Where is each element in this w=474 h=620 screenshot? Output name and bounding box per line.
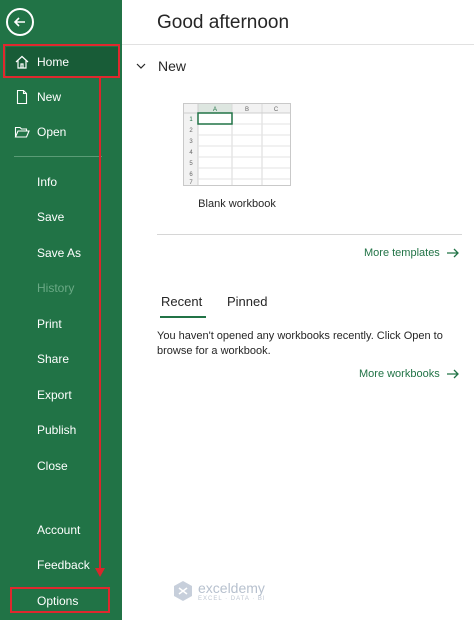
- sidebar-item-new[interactable]: New: [6, 82, 118, 112]
- sidebar-item-open[interactable]: Open: [6, 117, 118, 147]
- sidebar-item-label: Info: [37, 175, 58, 189]
- new-section-label: New: [158, 58, 187, 74]
- new-document-icon: [16, 89, 28, 105]
- backstage-main: Good afternoon New A B C 1 2 3 4 5 6 7 B…: [122, 0, 474, 620]
- arrow-right-icon: [446, 248, 459, 258]
- sidebar-item-label: Publish: [37, 423, 77, 437]
- annotation-arrowhead: [95, 568, 105, 577]
- title-divider: [122, 44, 474, 45]
- spreadsheet-grid-icon: A B C 1 2 3 4 5 6 7: [184, 104, 290, 186]
- sidebar-item-publish[interactable]: Publish: [6, 415, 118, 445]
- new-section-header[interactable]: New: [136, 58, 186, 74]
- open-folder-icon: [14, 126, 30, 138]
- sidebar-item-label: History: [37, 281, 75, 295]
- annotation-arrow-line: [99, 78, 101, 570]
- sidebar-item-share[interactable]: Share: [6, 344, 118, 374]
- tab-recent[interactable]: Recent: [161, 294, 202, 309]
- back-button[interactable]: [6, 8, 34, 36]
- sidebar-item-label: Feedback: [37, 558, 90, 572]
- grid-col-c: C: [274, 107, 279, 113]
- sidebar-divider: [14, 156, 102, 157]
- sidebar-item-account[interactable]: Account: [6, 515, 118, 545]
- sidebar-item-label: Open: [37, 125, 67, 139]
- more-workbooks-link[interactable]: More workbooks: [359, 368, 460, 380]
- blank-workbook-label[interactable]: Blank workbook: [162, 198, 312, 210]
- watermark-tagline: EXCEL · DATA · BI: [198, 596, 266, 602]
- home-icon: [15, 55, 29, 69]
- chevron-down-icon: [136, 63, 146, 69]
- watermark: exceldemy EXCEL · DATA · BI: [172, 580, 266, 602]
- sidebar-item-print[interactable]: Print: [6, 309, 118, 339]
- more-workbooks-label: More workbooks: [359, 368, 440, 380]
- grid-col-b: B: [245, 107, 249, 113]
- exceldemy-logo-icon: [174, 581, 192, 601]
- more-templates-label: More templates: [364, 247, 440, 259]
- sidebar-item-label: Save As: [37, 246, 82, 260]
- sidebar-item-label: Share: [37, 352, 70, 366]
- sidebar-item-home[interactable]: Home: [6, 47, 118, 77]
- watermark-name: exceldemy: [198, 580, 265, 596]
- sidebar-item-label: New: [37, 90, 62, 104]
- sidebar-item-info[interactable]: Info: [6, 167, 118, 197]
- sidebar-item-label: Options: [37, 594, 79, 608]
- sidebar-item-save-as[interactable]: Save As: [6, 238, 118, 268]
- sidebar-item-history: History: [6, 273, 118, 303]
- more-templates-link[interactable]: More templates: [364, 247, 460, 259]
- sidebar-item-label: Close: [37, 459, 68, 473]
- blank-workbook-thumbnail[interactable]: A B C 1 2 3 4 5 6 7: [183, 103, 291, 186]
- sidebar-item-close[interactable]: Close: [6, 451, 118, 481]
- page-title: Good afternoon: [157, 12, 290, 33]
- recent-empty-message: You haven't opened any workbooks recentl…: [157, 330, 443, 357]
- backstage-sidebar: Home New Open Info Save Save As History …: [0, 0, 122, 620]
- sidebar-item-label: Account: [37, 523, 81, 537]
- arrow-right-icon: [446, 369, 459, 379]
- sidebar-item-label: Save: [37, 210, 65, 224]
- sidebar-item-options[interactable]: Options: [6, 586, 118, 616]
- new-section-divider: [157, 234, 462, 235]
- sidebar-item-export[interactable]: Export: [6, 380, 118, 410]
- sidebar-item-label: Print: [37, 317, 62, 331]
- back-arrow-icon: [13, 17, 25, 27]
- sidebar-item-save[interactable]: Save: [6, 202, 118, 232]
- tab-pinned[interactable]: Pinned: [227, 294, 267, 309]
- tab-recent-indicator: [160, 316, 206, 318]
- grid-col-a: A: [213, 107, 217, 113]
- sidebar-item-label: Home: [37, 55, 70, 69]
- sidebar-item-label: Export: [37, 388, 72, 402]
